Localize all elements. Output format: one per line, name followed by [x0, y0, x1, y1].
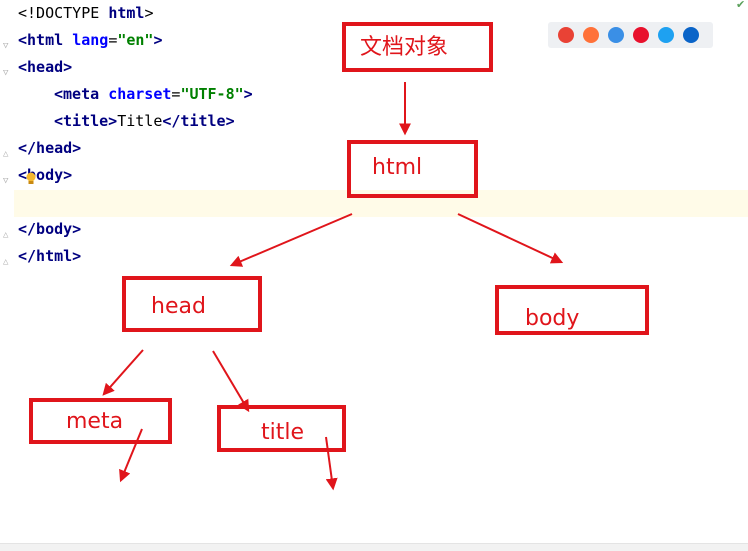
arrow-title-down — [325, 436, 338, 491]
meta-node-label: meta — [66, 409, 123, 434]
document-node-label: 文档对象 — [360, 35, 448, 60]
arrow-html-head — [229, 213, 353, 267]
arrow-meta-down — [119, 428, 143, 483]
html-node-label: html — [372, 155, 422, 180]
head-node-label: head — [151, 294, 206, 319]
title-node-label: title — [261, 420, 304, 445]
body-node-label: body — [525, 306, 579, 331]
dom-tree-diagram: 文档对象 html head body meta title — [29, 22, 649, 491]
arrow-head-meta — [102, 349, 144, 396]
arrow-html-body — [457, 213, 564, 264]
arrow-head-title — [212, 350, 250, 413]
